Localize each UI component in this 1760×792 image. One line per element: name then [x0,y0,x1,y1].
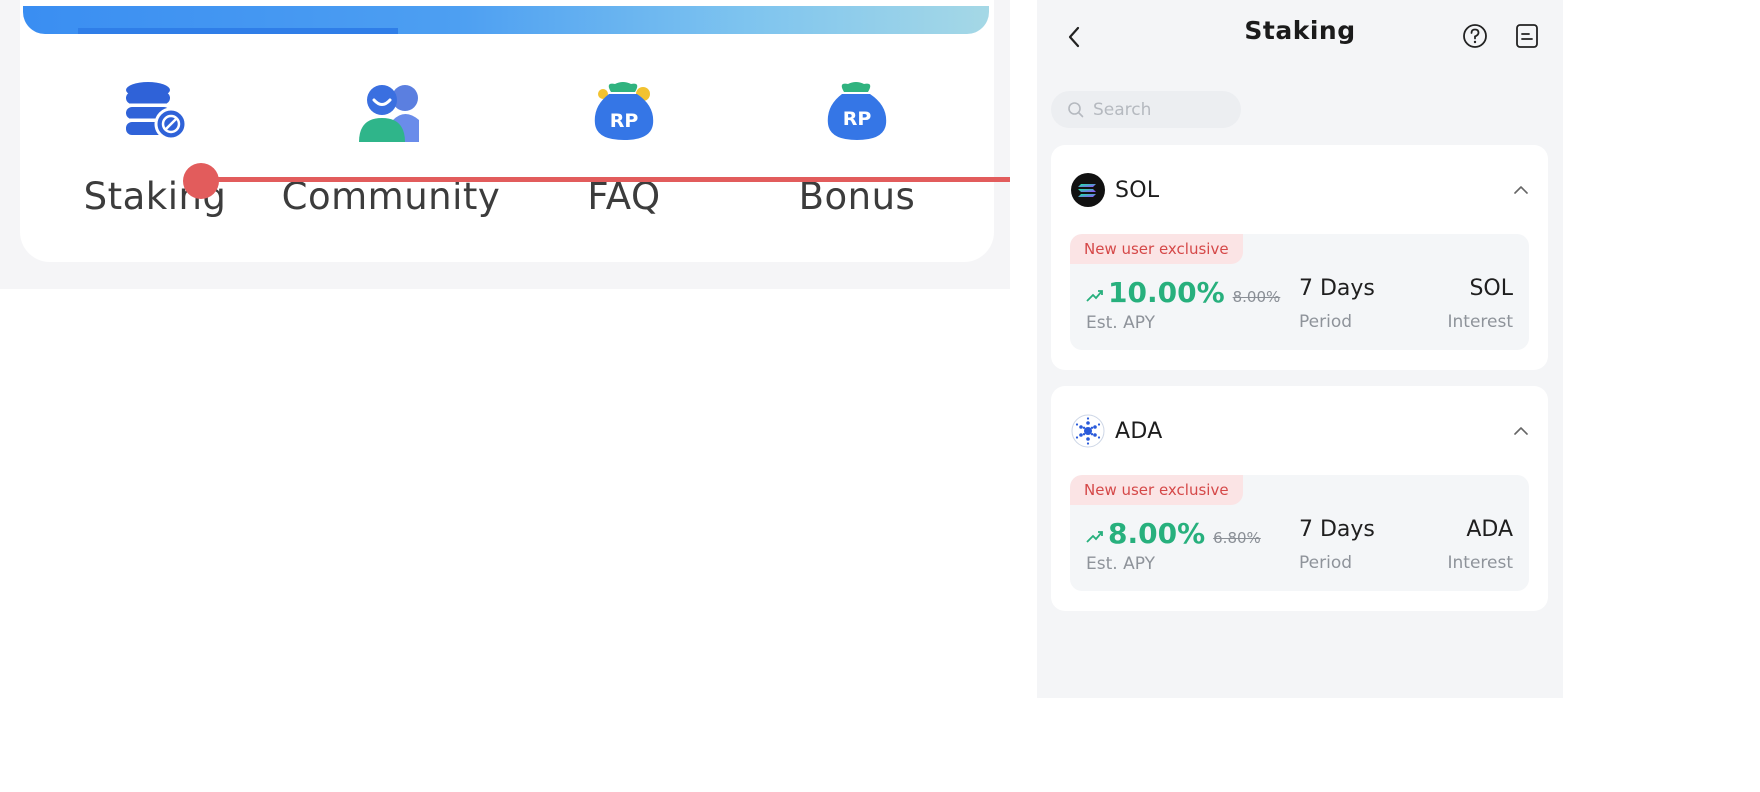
staking-screen: Staking Search SOL New user exclusive 10… [1037,0,1563,698]
document-list-icon [1516,24,1538,48]
trend-up-icon [1086,531,1103,543]
new-user-badge: New user exclusive [1070,234,1243,264]
rp-money-bag-icon: RP [591,80,657,146]
interest-value: SOL [1469,276,1513,301]
apy-old-value: 6.80% [1213,529,1261,547]
coin-header[interactable]: SOL [1071,172,1159,208]
question-circle-icon [1463,24,1487,48]
quick-menu-faq[interactable]: RP FAQ [504,80,744,230]
solana-logo-icon [1071,173,1105,207]
cardano-logo-icon [1071,414,1105,448]
apy-row: 8.00% 6.80% [1086,517,1261,550]
swipe-gesture-handle[interactable] [183,163,219,199]
coin-card-ada: ADA New user exclusive 8.00% 6.80% Est. … [1051,386,1548,611]
search-bar[interactable] [1051,91,1241,128]
apy-row: 10.00% 8.00% [1086,276,1280,309]
search-input[interactable] [1091,98,1235,121]
interest-value: ADA [1466,517,1513,542]
banner-indicator [78,28,398,34]
chevron-up-icon [1514,427,1528,435]
records-button[interactable] [1512,21,1542,51]
apy-old-value: 8.00% [1232,288,1281,306]
swipe-indicator-line [200,177,1010,182]
help-button[interactable] [1460,21,1490,51]
quick-menu-staking[interactable]: Staking [35,80,275,230]
new-user-badge: New user exclusive [1070,475,1243,505]
search-icon [1068,101,1084,117]
interest-label: Interest [1447,312,1513,332]
coin-card-sol: SOL New user exclusive 10.00% 8.00% Est.… [1051,145,1548,370]
community-people-icon [355,80,427,148]
chevron-up-icon [1514,186,1528,194]
period-value: 7 Days [1299,517,1375,542]
rp-money-bag-icon: RP [824,80,890,146]
svg-text:RP: RP [843,108,872,130]
staking-offer[interactable]: New user exclusive 8.00% 6.80% Est. APY … [1070,475,1529,591]
database-coins-icon [122,80,188,146]
coin-header[interactable]: ADA [1071,413,1163,449]
staking-offer[interactable]: New user exclusive 10.00% 8.00% Est. APY… [1070,234,1529,350]
home-quick-menu-panel: Staking Community RP FAQ RP Bonus [0,0,1010,289]
period-value: 7 Days [1299,276,1375,301]
trend-up-icon [1086,290,1103,302]
quick-menu-card: Staking Community RP FAQ RP Bonus [20,0,994,262]
coin-symbol: SOL [1115,177,1160,203]
quick-menu-community[interactable]: Community [271,80,511,230]
apy-value: 10.00% [1108,276,1225,309]
coin-symbol: ADA [1115,418,1163,444]
apy-label: Est. APY [1086,313,1155,333]
collapse-button[interactable] [1510,179,1532,201]
collapse-button[interactable] [1510,420,1532,442]
quick-menu-bonus[interactable]: RP Bonus [737,80,977,230]
nav-bar: Staking [1037,0,1563,70]
period-label: Period [1299,553,1353,573]
period-label: Period [1299,312,1353,332]
apy-label: Est. APY [1086,554,1155,574]
svg-text:RP: RP [610,110,639,132]
interest-label: Interest [1447,553,1513,573]
apy-value: 8.00% [1108,517,1206,550]
